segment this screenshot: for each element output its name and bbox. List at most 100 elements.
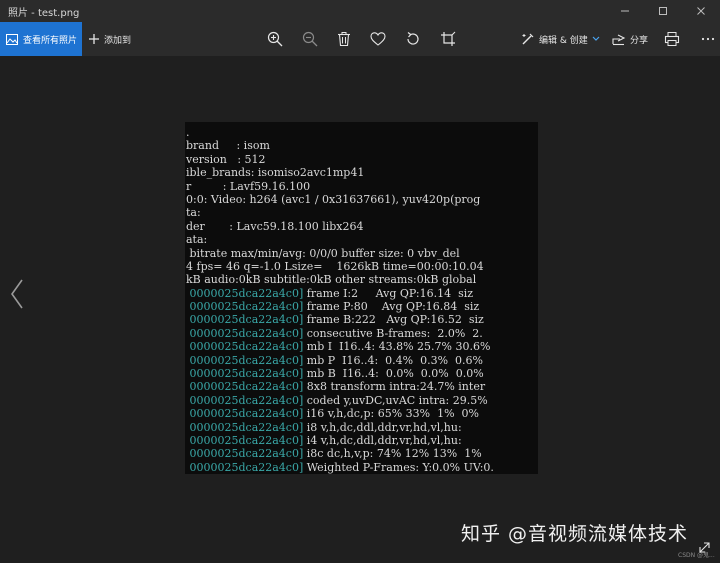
console-line: bitrate max/min/avg: 0/0/0 buffer size: … xyxy=(185,247,538,260)
console-text: i8c dc,h,v,p: 74% 12% 13% 1% xyxy=(303,447,482,461)
see-all-photos-label: 查看所有照片 xyxy=(23,35,78,46)
console-text: r : Lavf59.16.100 xyxy=(186,179,311,193)
console-address: 0000025dca22a4c0] xyxy=(186,286,304,300)
console-address: 0000025dca22a4c0] xyxy=(186,340,304,354)
console-address: 0000025dca22a4c0] xyxy=(186,326,304,340)
console-text: kB audio:0kB subtitle:0kB other streams:… xyxy=(186,273,477,287)
photo-content: . brand : isom version : 512 ible_brands: i… xyxy=(185,122,538,474)
watermark-text: 知乎 @音视频流媒体技术 xyxy=(461,523,689,545)
window-title: 照片 - test.png xyxy=(8,8,80,19)
console-address: 0000025dca22a4c0] xyxy=(186,313,304,327)
console-line: brand : isom xyxy=(185,139,538,152)
share-label: 分享 xyxy=(630,35,649,46)
console-text: i4 v,h,dc,ddl,ddr,vr,hd,vl,hu: xyxy=(303,433,462,447)
plus-icon xyxy=(89,34,99,44)
console-line: 0000025dca22a4c0] mb I I16..4: 43.8% 25.… xyxy=(185,340,538,353)
console-text: frame I:2 Avg QP:16.14 siz xyxy=(303,286,474,300)
see-all-photos-button[interactable]: 查看所有照片 xyxy=(0,22,82,56)
console-text: 0:0: Video: h264 (avc1 / 0x31637661), yu… xyxy=(186,192,481,206)
console-line: 0:0: Video: h264 (avc1 / 0x31637661), yu… xyxy=(185,193,538,206)
console-line: 0000025dca22a4c0] mb B I16..4: 0.0% 0.0%… xyxy=(185,367,538,380)
console-text: ible_brands: isomiso2avc1mp41 xyxy=(186,166,365,180)
console-line: 0000025dca22a4c0] coded y,uvDC,uvAC intr… xyxy=(185,394,538,407)
rotate-icon[interactable] xyxy=(405,31,421,47)
console-text: coded y,uvDC,uvAC intra: 29.5% xyxy=(303,393,488,407)
console-text: consecutive B-frames: 2.0% 2. xyxy=(303,326,483,340)
console-line: der : Lavc59.18.100 libx264 xyxy=(185,220,538,233)
console-line: ible_brands: isomiso2avc1mp41 xyxy=(185,166,538,179)
console-text: 4 fps= 46 q=-1.0 Lsize= 1626kB time=00:0… xyxy=(186,259,484,273)
minimize-icon xyxy=(621,10,629,12)
console-text: i8 v,h,dc,ddl,ddr,vr,hd,vl,hu: xyxy=(303,420,462,434)
console-line: 0000025dca22a4c0] consecutive B-frames: … xyxy=(185,327,538,340)
console-line: 0000025dca22a4c0] frame I:2 Avg QP:16.14… xyxy=(185,287,538,300)
add-to-button[interactable]: 添加到 xyxy=(88,22,131,56)
console-text: bitrate max/min/avg: 0/0/0 buffer size: … xyxy=(186,246,460,260)
console-address: 0000025dca22a4c0] xyxy=(186,420,304,434)
console-line: 0000025dca22a4c0] i4 v,h,dc,ddl,ddr,vr,h… xyxy=(185,434,538,447)
console-address: 0000025dca22a4c0] xyxy=(186,300,304,314)
console-text: mb P I16..4: 0.4% 0.3% 0.6% xyxy=(303,353,483,367)
console-address: 0000025dca22a4c0] xyxy=(186,407,304,421)
console-text: der : Lavc59.18.100 libx264 xyxy=(186,219,364,233)
console-line: . xyxy=(185,126,538,139)
maximize-button[interactable] xyxy=(644,0,682,22)
share-icon xyxy=(612,34,626,45)
console-address: 0000025dca22a4c0] xyxy=(186,380,304,394)
maximize-icon xyxy=(659,7,667,15)
console-address: 0000025dca22a4c0] xyxy=(186,367,304,381)
console-line: 0000025dca22a4c0] frame P:80 Avg QP:16.8… xyxy=(185,300,538,313)
zoom-in-icon[interactable] xyxy=(267,31,283,47)
previous-image-button[interactable] xyxy=(8,278,26,310)
console-text: i16 v,h,dc,p: 65% 33% 1% 0% xyxy=(303,407,479,421)
delete-icon[interactable] xyxy=(336,31,352,47)
photos-icon xyxy=(6,33,18,45)
console-text: mb B I16..4: 0.0% 0.0% 0.0% xyxy=(303,367,484,381)
console-line: ta: xyxy=(185,206,538,219)
console-line: 0000025dca22a4c0] i8c dc,h,v,p: 74% 12% … xyxy=(185,447,538,460)
share-button[interactable]: 分享 xyxy=(612,22,648,56)
console-address: 0000025dca22a4c0] xyxy=(186,460,304,474)
chevron-down-icon xyxy=(592,36,600,41)
title-bar: 照片 - test.png xyxy=(0,0,720,22)
console-address: 0000025dca22a4c0] xyxy=(186,433,304,447)
minimize-button[interactable] xyxy=(606,0,644,22)
console-line: 0000025dca22a4c0] mb P I16..4: 0.4% 0.3%… xyxy=(185,354,538,367)
console-line: 4 fps= 46 q=-1.0 Lsize= 1626kB time=00:0… xyxy=(185,260,538,273)
add-to-label: 添加到 xyxy=(104,35,132,46)
edit-create-label: 编辑 & 创建 xyxy=(539,35,588,46)
console-line: kB audio:0kB subtitle:0kB other streams:… xyxy=(185,273,538,286)
console-line: r : Lavf59.16.100 xyxy=(185,180,538,193)
edit-create-button[interactable]: 编辑 & 创建 xyxy=(521,22,600,56)
console-line: version : 512 xyxy=(185,153,538,166)
console-text: mb I I16..4: 43.8% 25.7% 30.6% xyxy=(303,340,491,354)
console-text: frame P:80 Avg QP:16.84 siz xyxy=(303,300,480,314)
edit-icon xyxy=(522,33,534,45)
console-address: 0000025dca22a4c0] xyxy=(186,353,304,367)
console-address: 0000025dca22a4c0] xyxy=(186,393,304,407)
console-line: 0000025dca22a4c0] frame B:222 Avg QP:16.… xyxy=(185,313,538,326)
close-icon xyxy=(697,7,705,15)
console-text: 8x8 transform intra:24.7% inter xyxy=(303,380,486,394)
console-line: 0000025dca22a4c0] i16 v,h,dc,p: 65% 33% … xyxy=(185,407,538,420)
heart-icon[interactable] xyxy=(370,31,386,47)
console-text: version : 512 xyxy=(186,152,266,166)
console-line: 0000025dca22a4c0] Weighted P-Frames: Y:0… xyxy=(185,461,538,474)
print-icon[interactable] xyxy=(664,31,680,47)
console-line: ata: xyxy=(185,233,538,246)
console-line: 0000025dca22a4c0] i8 v,h,dc,ddl,ddr,vr,h… xyxy=(185,421,538,434)
crop-icon[interactable] xyxy=(440,31,456,47)
more-icon[interactable] xyxy=(700,31,716,47)
fullscreen-icon[interactable] xyxy=(698,541,711,554)
console-text: frame B:222 Avg QP:16.52 siz xyxy=(303,313,484,327)
console-text: ata: xyxy=(186,233,208,247)
console-line: 0000025dca22a4c0] 8x8 transform intra:24… xyxy=(185,380,538,393)
toolbar: 查看所有照片 添加到 编辑 & 创建 分享 xyxy=(0,22,720,56)
close-button[interactable] xyxy=(682,0,720,22)
console-text: . xyxy=(186,126,190,139)
zoom-out-icon[interactable] xyxy=(302,31,318,47)
console-address: 0000025dca22a4c0] xyxy=(186,447,304,461)
console-text: Weighted P-Frames: Y:0.0% UV:0. xyxy=(303,460,494,474)
console-text: brand : isom xyxy=(186,139,270,153)
console-text: ta: xyxy=(186,206,201,220)
